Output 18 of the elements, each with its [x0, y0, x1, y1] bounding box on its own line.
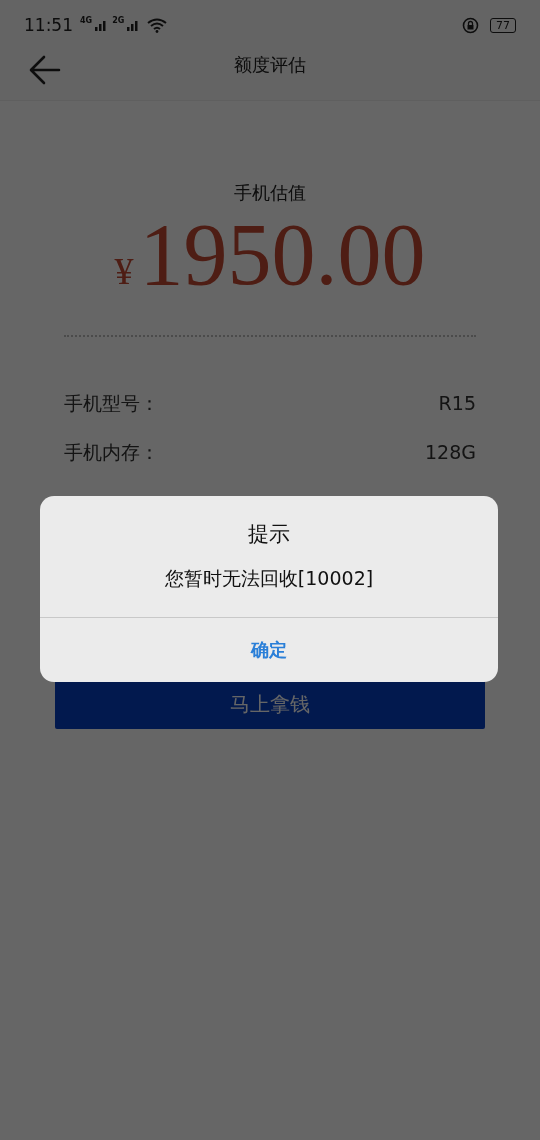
network-type: 2G: [112, 16, 125, 25]
dialog-message: 您暂时无法回收[10002]: [164, 566, 374, 591]
currency-symbol: ¥: [114, 249, 134, 293]
lock-rotation-icon: [462, 16, 479, 34]
clock-time: 11:51: [24, 15, 73, 35]
page-title: 额度评估: [233, 53, 307, 77]
battery-icon: 77: [490, 17, 516, 33]
wifi-icon: [147, 17, 168, 33]
network-type: 4G: [80, 16, 93, 25]
spec-value: 128G: [425, 440, 476, 465]
spec-label: 手机内存：: [64, 440, 159, 465]
spec-label: 手机型号：: [64, 391, 159, 416]
valuation-amount: 1950.00: [139, 205, 426, 305]
back-arrow-icon[interactable]: [29, 55, 61, 85]
dialog-title: 提示: [248, 521, 290, 548]
valuation-label: 手机估值: [233, 181, 307, 205]
confirm-button[interactable]: 确定: [40, 617, 498, 682]
spec-value: R15: [438, 391, 476, 416]
